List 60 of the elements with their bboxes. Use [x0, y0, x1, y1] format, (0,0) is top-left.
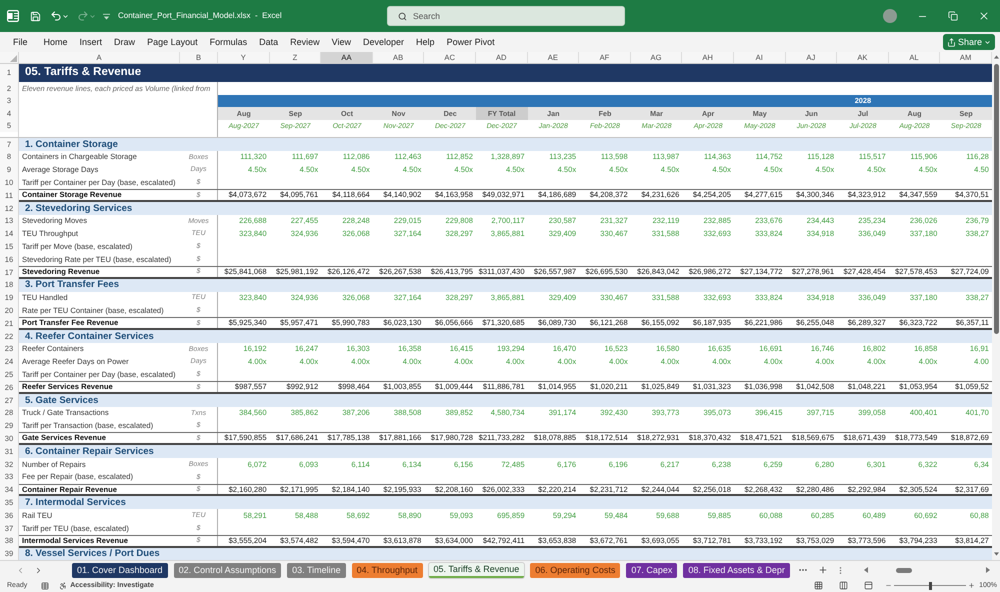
zoom-thumb[interactable] — [928, 582, 932, 590]
caret-icon — [984, 38, 991, 46]
sheet-tab[interactable]: 01. Cover Dashboard — [72, 562, 168, 578]
ribbon-tab[interactable]: Data — [259, 38, 278, 46]
restore-icon[interactable] — [948, 11, 958, 21]
section-heading: 4. Reefer Container Services — [19, 330, 992, 343]
ribbon-tab[interactable]: Review — [290, 38, 320, 46]
section-heading: 7. Intermodal Services — [19, 496, 992, 510]
right-triangle-icon[interactable] — [986, 567, 990, 573]
sheet-tab[interactable]: 06. Operating Costs — [530, 562, 620, 578]
sheet-tab[interactable]: 05. Tariffs & Revenue — [428, 562, 524, 578]
page-icon[interactable] — [864, 581, 874, 590]
section-heading: 2. Stevedoring Services — [19, 202, 992, 215]
caret-icon[interactable] — [62, 12, 69, 20]
columns-icon[interactable] — [839, 581, 848, 590]
ribbon-tab[interactable]: Help — [416, 38, 435, 46]
section-heading: 8. Vessel Services / Port Dues — [19, 548, 992, 560]
table-icon[interactable] — [41, 582, 50, 590]
sheet-tab[interactable]: 04. Throughput — [352, 562, 423, 578]
scroll-thumb[interactable] — [994, 64, 998, 334]
section-heading: 5. Gate Services — [19, 394, 992, 407]
accessibility-icon[interactable] — [59, 582, 68, 590]
ribbon-tab[interactable]: Power Pivot — [446, 38, 495, 46]
zoom-out-icon[interactable] — [885, 582, 892, 589]
zoom-in-icon[interactable] — [968, 582, 976, 589]
down-triangle-icon[interactable] — [994, 552, 998, 556]
previous-sheet-icon[interactable] — [16, 566, 25, 574]
search-icon — [398, 12, 407, 20]
ribbon-tab[interactable]: View — [332, 38, 352, 46]
section-heading: 6. Container Repair Services — [19, 445, 992, 458]
section-heading: 1. Container Storage — [19, 138, 992, 151]
up-triangle-icon[interactable] — [994, 55, 998, 59]
search-field[interactable]: Search — [387, 6, 625, 26]
ribbon-tab[interactable]: Insert — [80, 38, 102, 46]
scroll-thumb[interactable] — [896, 568, 912, 572]
grid-icon[interactable] — [814, 581, 824, 590]
customize-icon[interactable] — [103, 12, 110, 20]
add-sheet-icon[interactable] — [818, 565, 828, 575]
spreadsheet-logo-icon — [7, 10, 19, 22]
save-icon[interactable] — [30, 10, 41, 22]
sheet-title: 05. Tariffs & Revenue — [25, 67, 142, 79]
left-triangle-icon[interactable] — [864, 567, 868, 573]
undo-icon[interactable] — [50, 10, 62, 22]
sheet-tab[interactable]: 08. Fixed Assets & Depr — [683, 562, 790, 578]
ribbon-tab[interactable]: Developer — [363, 38, 404, 46]
ribbon-tab[interactable]: File — [13, 38, 28, 46]
sheet-tab[interactable]: 02. Control Assumptions — [174, 562, 282, 578]
ribbon-tab[interactable]: Draw — [114, 38, 136, 46]
sheet-tab[interactable]: 07. Capex — [626, 562, 678, 578]
sheet-tab[interactable]: 03. Timeline — [287, 562, 346, 578]
share-button[interactable]: Share — [942, 34, 995, 50]
zoom-slider[interactable] — [894, 582, 966, 590]
ribbon-tab[interactable]: Page Layout — [147, 38, 198, 46]
next-sheet-icon[interactable] — [34, 566, 43, 574]
section-heading: 3. Port Transfer Fees — [19, 278, 992, 292]
ribbon-tab[interactable]: Home — [44, 38, 68, 46]
close-icon[interactable] — [978, 10, 990, 22]
share-icon — [946, 38, 956, 46]
window-title: Container_Port_Financial_Model.xlsx - Excel — [118, 12, 282, 20]
ribbon-tab[interactable]: Formulas — [210, 38, 248, 46]
